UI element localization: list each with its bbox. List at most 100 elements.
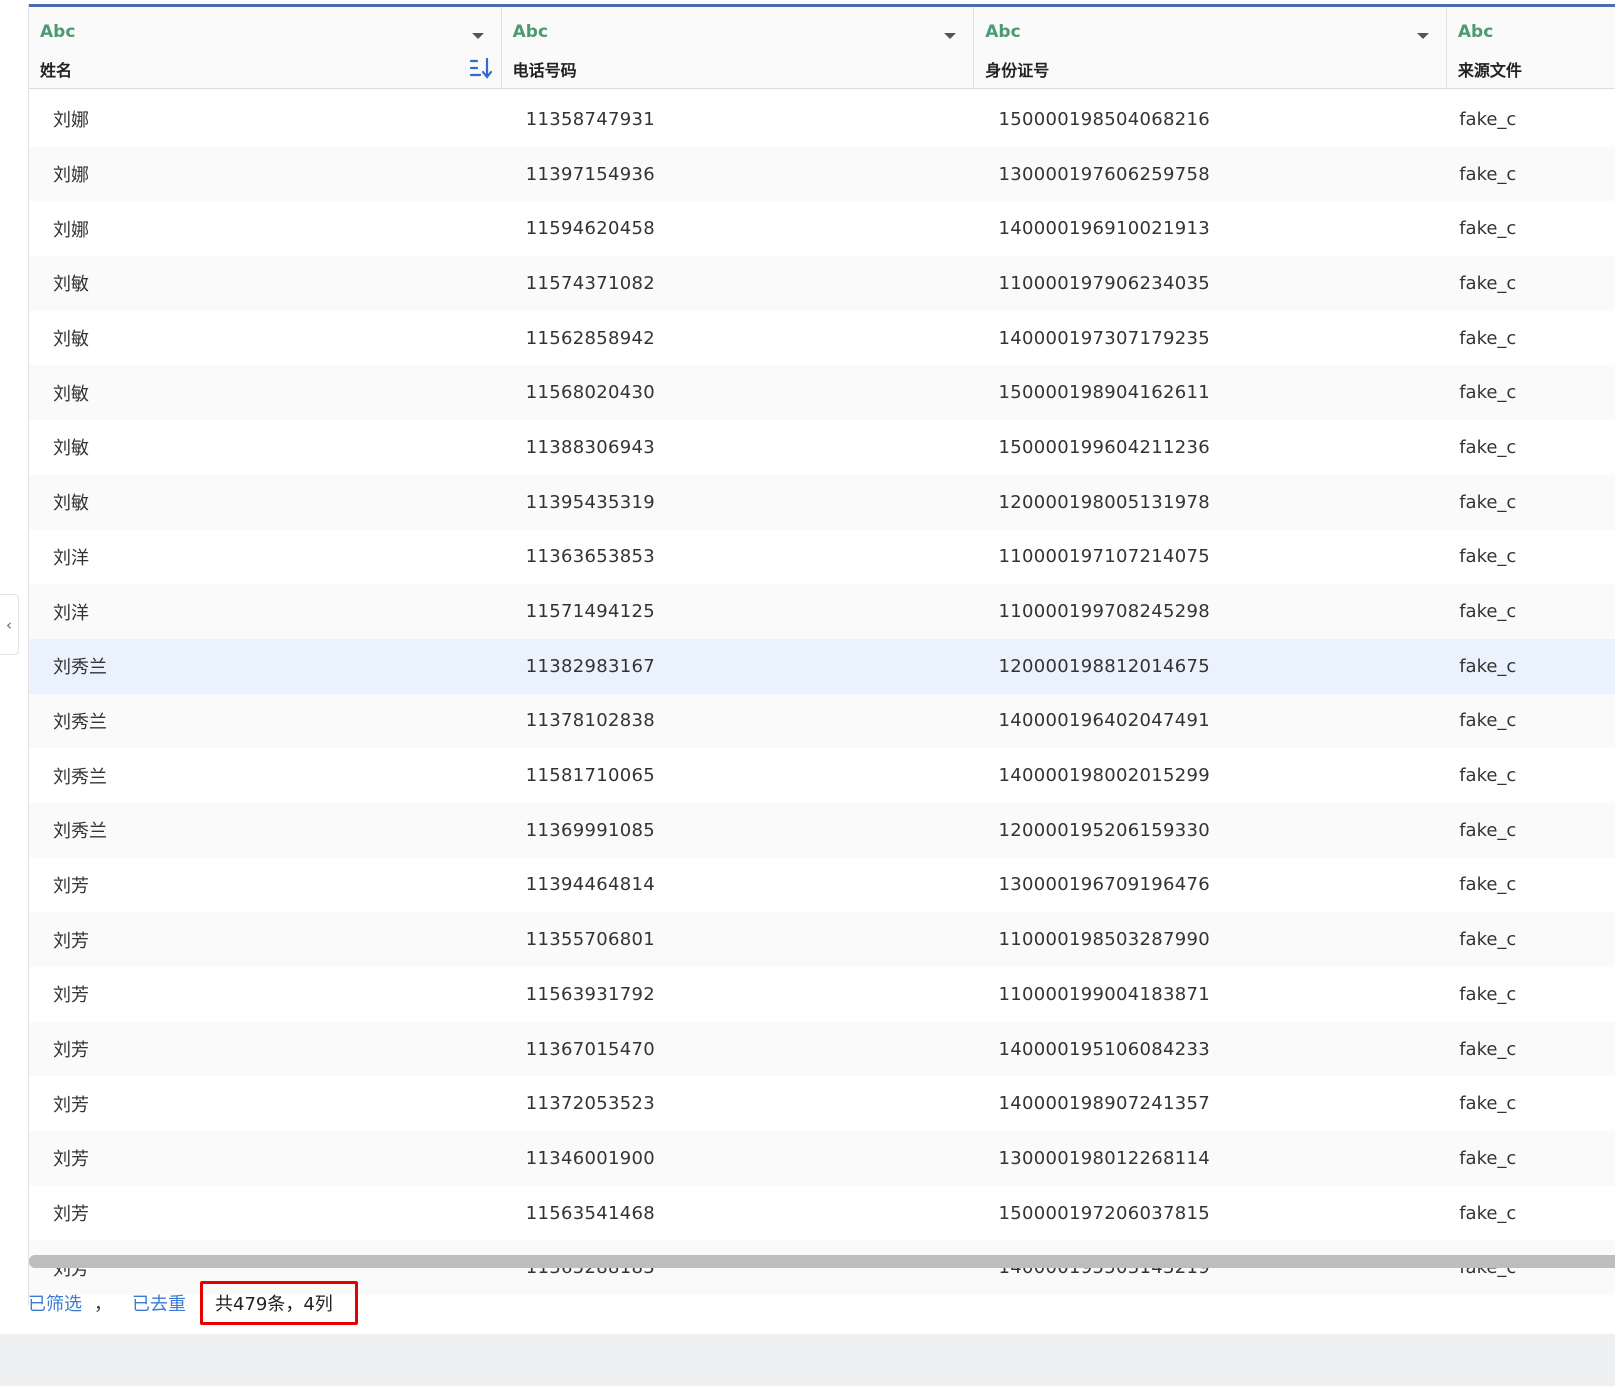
column-header-phone[interactable]: Abc 电话号码 <box>502 7 975 88</box>
table-cell[interactable]: 刘芳 <box>29 1091 502 1117</box>
table-cell[interactable]: 140000197307179235 <box>974 328 1447 349</box>
table-cell[interactable]: 11574371082 <box>502 273 975 294</box>
table-cell[interactable]: 11369991085 <box>502 820 975 841</box>
deduped-link[interactable]: 已去重 <box>132 1290 186 1316</box>
table-cell[interactable]: 刘敏 <box>29 489 502 515</box>
table-row[interactable]: 刘秀兰 11581710065 140000198002015299 fake_c <box>29 748 1615 803</box>
table-cell[interactable]: 刘敏 <box>29 434 502 460</box>
table-cell[interactable]: 120000198005131978 <box>974 492 1447 513</box>
table-row[interactable]: 刘敏 11568020430 150000198904162611 fake_c <box>29 365 1615 421</box>
table-cell[interactable]: 150000198904162611 <box>974 382 1447 403</box>
table-cell[interactable]: 11395435319 <box>502 492 975 513</box>
table-cell[interactable]: 刘芳 <box>29 927 502 953</box>
table-row[interactable]: 刘芳 11394464814 130000196709196476 fake_c <box>29 858 1615 913</box>
table-cell[interactable]: 刘娜 <box>29 216 502 242</box>
table-row[interactable]: 刘芳 11563541468 150000197206037815 fake_c <box>29 1186 1615 1241</box>
table-cell[interactable]: fake_c <box>1447 218 1615 239</box>
caret-down-icon[interactable] <box>944 33 957 39</box>
table-cell[interactable]: 刘洋 <box>29 599 502 625</box>
table-cell[interactable]: fake_c <box>1447 1093 1615 1114</box>
table-cell[interactable]: fake_c <box>1447 1203 1615 1224</box>
table-cell[interactable]: 11563541468 <box>502 1203 975 1224</box>
table-cell[interactable]: 150000198504068216 <box>974 109 1447 130</box>
table-cell[interactable]: fake_c <box>1447 1039 1615 1060</box>
table-cell[interactable]: 140000198002015299 <box>974 765 1447 786</box>
table-row[interactable]: 刘芳 11563931792 110000199004183871 fake_c <box>29 967 1615 1022</box>
column-header-name[interactable]: Abc 姓名 <box>29 7 502 88</box>
table-cell[interactable]: 110000198503287990 <box>974 929 1447 950</box>
table-cell[interactable]: 刘敏 <box>29 325 502 351</box>
table-cell[interactable]: 11594620458 <box>502 218 975 239</box>
table-cell[interactable]: fake_c <box>1447 437 1615 458</box>
table-cell[interactable]: 刘秀兰 <box>29 653 502 679</box>
table-cell[interactable]: fake_c <box>1447 109 1615 130</box>
table-cell[interactable]: 11397154936 <box>502 164 975 185</box>
table-cell[interactable]: fake_c <box>1447 164 1615 185</box>
table-cell[interactable]: fake_c <box>1447 984 1615 1005</box>
table-cell[interactable]: fake_c <box>1447 1148 1615 1169</box>
table-row[interactable]: 刘秀兰 11369991085 120000195206159330 fake_c <box>29 802 1615 858</box>
table-cell[interactable]: 11394464814 <box>502 874 975 895</box>
table-cell[interactable]: fake_c <box>1447 382 1615 403</box>
table-cell[interactable]: 刘芳 <box>29 1036 502 1062</box>
table-cell[interactable]: 11568020430 <box>502 382 975 403</box>
table-cell[interactable]: 150000199604211236 <box>974 437 1447 458</box>
table-cell[interactable]: 130000197606259758 <box>974 164 1447 185</box>
table-cell[interactable]: 140000198907241357 <box>974 1093 1447 1114</box>
table-cell[interactable]: 刘芳 <box>29 1200 502 1226</box>
horizontal-scrollbar[interactable] <box>29 1255 1615 1268</box>
table-cell[interactable]: 130000196709196476 <box>974 874 1447 895</box>
caret-down-icon[interactable] <box>1416 33 1429 39</box>
table-cell[interactable]: 刘洋 <box>29 544 502 570</box>
table-row[interactable]: 刘娜 11358747931 150000198504068216 fake_c <box>29 92 1615 147</box>
table-cell[interactable]: 140000195106084233 <box>974 1039 1447 1060</box>
table-cell[interactable]: 150000197206037815 <box>974 1203 1447 1224</box>
table-row[interactable]: 刘洋 11363653853 110000197107214075 fake_c <box>29 530 1615 585</box>
table-row[interactable]: 刘秀兰 11378102838 140000196402047491 fake_c <box>29 693 1615 749</box>
table-cell[interactable]: fake_c <box>1447 929 1615 950</box>
table-cell[interactable]: 110000199004183871 <box>974 984 1447 1005</box>
table-cell[interactable]: 140000196910021913 <box>974 218 1447 239</box>
table-cell[interactable]: 11388306943 <box>502 437 975 458</box>
table-cell[interactable]: 刘娜 <box>29 161 502 187</box>
table-cell[interactable]: 刘芳 <box>29 981 502 1007</box>
table-cell[interactable]: 刘秀兰 <box>29 708 502 734</box>
table-row[interactable]: 刘敏 11562858942 140000197307179235 fake_c <box>29 311 1615 366</box>
collapse-panel-button[interactable]: ‹ <box>0 594 19 655</box>
table-cell[interactable]: 120000195206159330 <box>974 820 1447 841</box>
table-cell[interactable]: fake_c <box>1447 874 1615 895</box>
table-row[interactable]: 刘敏 11395435319 120000198005131978 fake_c <box>29 474 1615 530</box>
table-cell[interactable]: 110000199708245298 <box>974 601 1447 622</box>
table-cell[interactable]: 11358747931 <box>502 109 975 130</box>
table-cell[interactable]: 刘敏 <box>29 270 502 296</box>
column-header-id-number[interactable]: Abc 身份证号 <box>974 7 1447 88</box>
table-row[interactable]: 刘娜 11397154936 130000197606259758 fake_c <box>29 146 1615 202</box>
table-cell[interactable]: 刘娜 <box>29 106 502 132</box>
table-row[interactable]: 刘敏 11574371082 110000197906234035 fake_c <box>29 256 1615 311</box>
table-cell[interactable]: 140000196402047491 <box>974 710 1447 731</box>
table-cell[interactable]: fake_c <box>1447 601 1615 622</box>
table-cell[interactable]: 11563931792 <box>502 984 975 1005</box>
sort-ascending-icon[interactable] <box>468 56 496 80</box>
table-cell[interactable]: 11363653853 <box>502 546 975 567</box>
table-cell[interactable]: 11355706801 <box>502 929 975 950</box>
table-cell[interactable]: 11346001900 <box>502 1148 975 1169</box>
table-cell[interactable]: fake_c <box>1447 546 1615 567</box>
table-cell[interactable]: 11367015470 <box>502 1039 975 1060</box>
caret-down-icon[interactable] <box>471 33 484 39</box>
table-cell[interactable]: 110000197906234035 <box>974 273 1447 294</box>
table-cell[interactable]: fake_c <box>1447 820 1615 841</box>
table-row[interactable]: 刘娜 11594620458 140000196910021913 fake_c <box>29 201 1615 256</box>
table-row[interactable]: 刘芳 11346001900 130000198012268114 fake_c <box>29 1131 1615 1186</box>
table-cell[interactable]: fake_c <box>1447 273 1615 294</box>
table-cell[interactable]: 刘芳 <box>29 872 502 898</box>
table-cell[interactable]: 110000197107214075 <box>974 546 1447 567</box>
table-cell[interactable]: fake_c <box>1447 328 1615 349</box>
table-cell[interactable]: 11378102838 <box>502 710 975 731</box>
filtered-link[interactable]: 已筛选 <box>28 1290 82 1316</box>
column-header-source-file[interactable]: Abc 来源文件 <box>1447 7 1615 88</box>
table-cell[interactable]: 刘秀兰 <box>29 763 502 789</box>
table-cell[interactable]: 130000198012268114 <box>974 1148 1447 1169</box>
table-cell[interactable]: 11571494125 <box>502 601 975 622</box>
table-cell[interactable]: 11382983167 <box>502 656 975 677</box>
